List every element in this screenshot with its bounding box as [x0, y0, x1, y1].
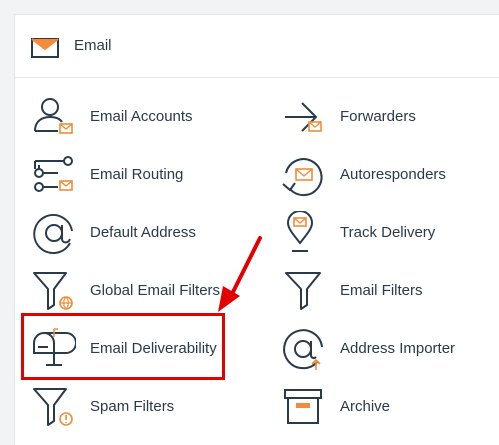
section-title: Email [74, 37, 112, 54]
default-address-label: Default Address [90, 224, 196, 241]
email-routing-item[interactable]: Email Routing [32, 153, 262, 197]
highlight-box [21, 313, 225, 380]
forwarders-icon [285, 102, 322, 132]
spam-filters-item[interactable]: Spam Filters [32, 385, 262, 429]
email-filters-item[interactable]: Email Filters [282, 269, 499, 313]
archive-item[interactable]: Archive [282, 385, 499, 429]
spam-filters-label: Spam Filters [90, 398, 175, 415]
email-accounts-icon [34, 98, 73, 134]
address-importer-label: Address Importer [340, 340, 456, 357]
spam-filters-icon [33, 388, 73, 426]
archive-icon [284, 389, 322, 424]
archive-label: Archive [340, 398, 391, 415]
track-delivery-label: Track Delivery [340, 224, 436, 241]
email-accounts-label: Email Accounts [90, 108, 193, 125]
email-routing-icon [34, 156, 73, 192]
autoresponders-icon [282, 158, 323, 197]
address-importer-item[interactable]: Address Importer [282, 327, 499, 371]
email-accounts-item[interactable]: Email Accounts [32, 95, 262, 139]
global-email-filters-label: Global Email Filters [90, 282, 221, 299]
autoresponders-item[interactable]: Autoresponders [282, 153, 499, 197]
annotation-arrow-icon [218, 236, 262, 312]
track-delivery-item[interactable]: Track Delivery [282, 211, 499, 255]
autoresponders-label: Autoresponders [340, 166, 446, 183]
email-routing-label: Email Routing [90, 166, 184, 183]
email-filters-icon [285, 272, 321, 310]
forwarders-label: Forwarders [340, 108, 416, 125]
default-address-icon [33, 214, 73, 255]
envelope-icon [31, 38, 59, 58]
address-importer-icon [283, 329, 323, 370]
track-delivery-icon [286, 211, 314, 252]
email-filters-label: Email Filters [340, 282, 423, 299]
section-header[interactable]: Email [15, 15, 499, 78]
global-email-filters-icon [33, 272, 73, 310]
forwarders-item[interactable]: Forwarders [282, 95, 499, 139]
